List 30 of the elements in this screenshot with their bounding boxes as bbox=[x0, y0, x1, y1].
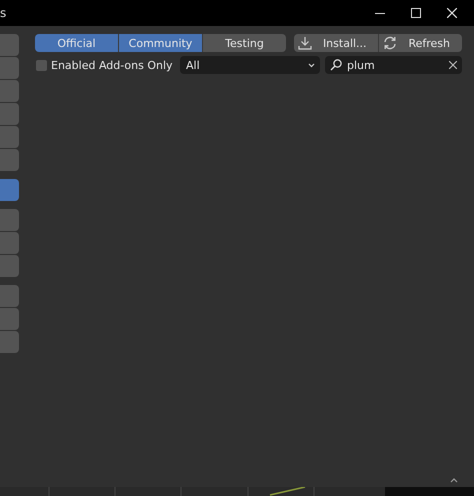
sidebar-item[interactable] bbox=[0, 149, 19, 171]
checkbox-label: Enabled Add-ons Only bbox=[51, 58, 173, 72]
search-field[interactable]: plum bbox=[325, 56, 462, 74]
sidebar-item[interactable] bbox=[0, 179, 19, 201]
sidebar-item[interactable] bbox=[0, 80, 19, 102]
sidebar-item[interactable] bbox=[0, 331, 19, 353]
sidebar-item[interactable] bbox=[0, 285, 19, 307]
source-tab[interactable]: Official bbox=[35, 34, 119, 52]
sidebar-item[interactable] bbox=[0, 255, 19, 277]
search-icon bbox=[330, 59, 342, 71]
refresh-button[interactable]: Refresh bbox=[378, 34, 462, 52]
sidebar-item[interactable] bbox=[0, 232, 19, 254]
sidebar-item[interactable] bbox=[0, 308, 19, 330]
sidebar-item[interactable] bbox=[0, 209, 19, 231]
sidebar-item[interactable] bbox=[0, 57, 19, 79]
chevron-up-icon[interactable] bbox=[450, 478, 458, 483]
sidebar-item[interactable] bbox=[0, 126, 19, 148]
clear-icon[interactable] bbox=[449, 61, 457, 69]
source-tab[interactable]: Community bbox=[119, 34, 203, 52]
download-icon bbox=[298, 36, 312, 50]
search-input[interactable]: plum bbox=[342, 58, 449, 72]
checkbox[interactable] bbox=[36, 60, 47, 70]
chevron-down-icon bbox=[308, 62, 315, 68]
sidebar-item[interactable] bbox=[0, 34, 19, 56]
install-button[interactable]: Install... bbox=[294, 34, 378, 52]
sidebar-item[interactable] bbox=[0, 103, 19, 125]
source-tab[interactable]: Testing bbox=[203, 34, 286, 52]
window-title: s bbox=[0, 6, 8, 20]
category-dropdown[interactable]: All bbox=[180, 56, 320, 74]
refresh-icon bbox=[382, 36, 396, 50]
